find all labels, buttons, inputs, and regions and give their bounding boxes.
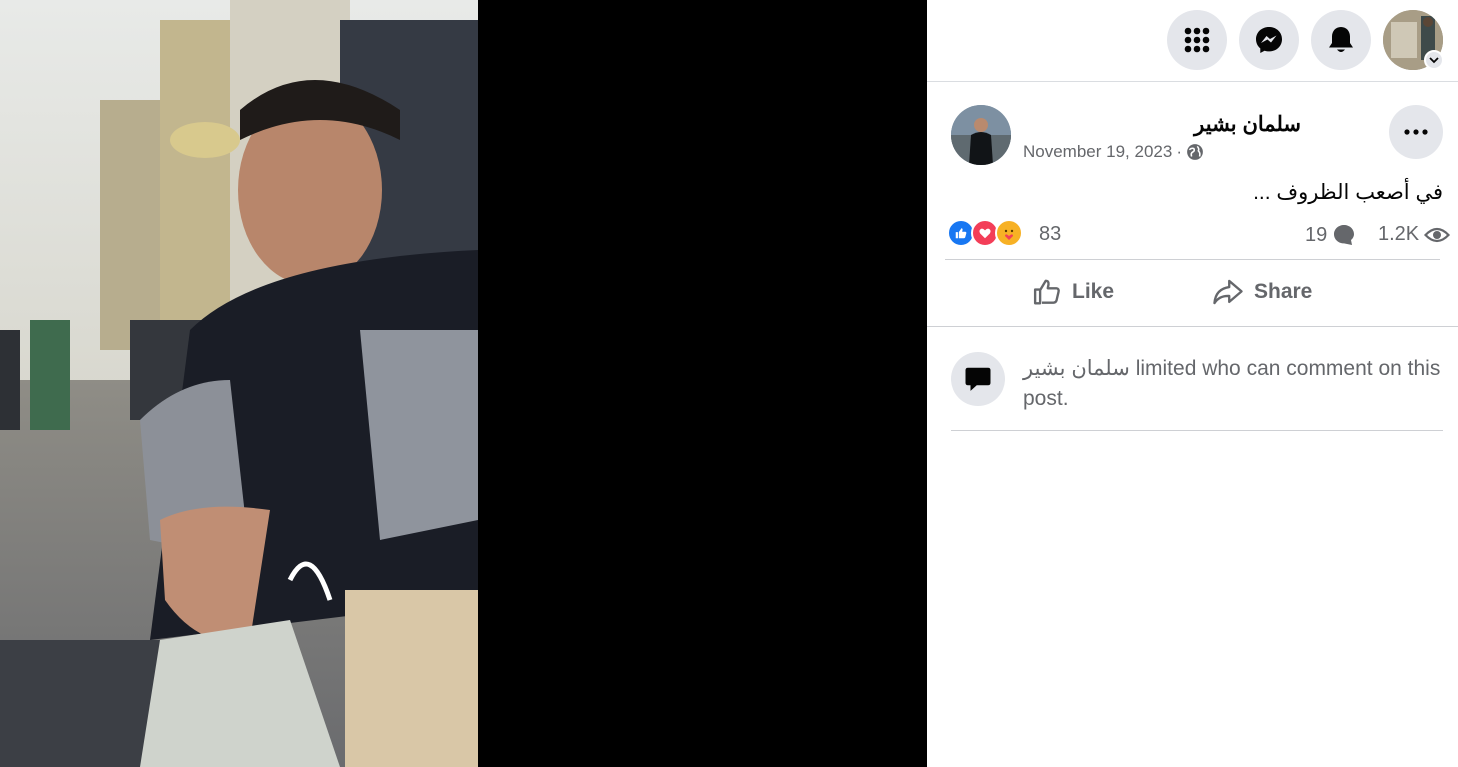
bell-icon (1329, 27, 1353, 52)
top-navigation-bar (927, 0, 1458, 82)
grid-menu-icon (1184, 27, 1210, 53)
share-button-label: Share (1254, 280, 1313, 303)
author-avatar[interactable] (951, 105, 1011, 165)
eye-icon (1424, 227, 1451, 242)
video-player[interactable] (0, 0, 927, 767)
post-actions: Like Share (945, 262, 1440, 322)
reaction-icons[interactable] (947, 219, 1023, 247)
video-still-image (0, 0, 478, 767)
post-stats: 83 19 1.2K (945, 217, 1451, 251)
author-photo (951, 105, 1011, 165)
comment-limit-icon-wrap (951, 352, 1005, 406)
share-button[interactable]: Share (1212, 272, 1312, 312)
menu-button[interactable] (1167, 10, 1227, 70)
divider (927, 326, 1458, 327)
comment-count[interactable]: 19 (1305, 223, 1356, 247)
more-horizontal-icon (1404, 129, 1428, 135)
comment-bubble-icon (1334, 225, 1355, 245)
more-options-button[interactable] (1389, 105, 1443, 159)
author-name-link[interactable]: سلمان بشير (1194, 112, 1301, 137)
reaction-count[interactable]: 83 (1039, 223, 1061, 246)
post-text: في أصعب الظروف ... (1253, 181, 1443, 204)
like-button-label: Like (1072, 280, 1115, 303)
post-date-link[interactable]: November 19, 2023 (1023, 142, 1172, 162)
post-panel: سلمان بشير November 19, 2023 · في أصعب ا… (927, 0, 1458, 767)
like-button[interactable]: Like (1032, 272, 1114, 312)
speech-bubble-icon (965, 367, 991, 391)
post-meta: November 19, 2023 · (1023, 142, 1204, 162)
view-count-value: 1.2K (1378, 223, 1420, 245)
messenger-icon (1256, 27, 1282, 53)
comment-count-value: 19 (1305, 223, 1328, 246)
care-reaction-icon (995, 219, 1023, 247)
comment-limit-text: سلمان بشير limited who can comment on th… (1023, 354, 1443, 414)
account-menu-button[interactable] (1424, 50, 1444, 70)
view-count: 1.2K (1378, 223, 1451, 246)
messenger-button[interactable] (1239, 10, 1299, 70)
divider (951, 430, 1443, 431)
comment-limit-author: سلمان بشير (1023, 357, 1130, 380)
divider (945, 259, 1440, 260)
meta-separator: · (1176, 142, 1182, 161)
share-arrow-icon (1213, 279, 1243, 305)
chevron-down-icon (1429, 56, 1439, 63)
thumbs-up-icon (1033, 279, 1060, 305)
video-frame[interactable] (0, 0, 478, 767)
globe-icon[interactable] (1186, 143, 1204, 161)
notifications-button[interactable] (1311, 10, 1371, 70)
